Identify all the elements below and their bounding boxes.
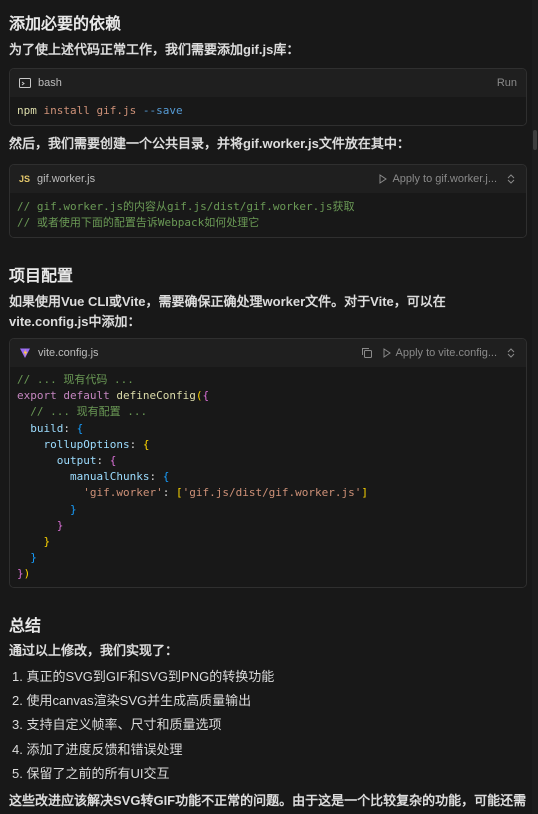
terminal-icon xyxy=(19,77,31,89)
code-line: // 或者使用下面的配置告诉Webpack如何处理它 xyxy=(17,216,260,230)
intro-text: 为了使上述代码正常工作，我们需要添加gif.js库： xyxy=(9,42,300,57)
heading-dependencies: 添加必要的依赖 xyxy=(9,16,122,33)
summary-footer: 这些改进应该解决SVG转GIF功能不正常的问题。由于这是一个比较复杂的功能，可能… xyxy=(9,793,527,808)
code-filename: gif.worker.js xyxy=(37,173,96,185)
apply-label: Apply to vite.config... xyxy=(395,347,498,359)
apply-button[interactable]: Apply to gif.worker.j... xyxy=(377,173,517,185)
code-line: // gif.worker.js的内容从gif.js/dist/gif.work… xyxy=(17,200,355,213)
bash-code-block: bash Run npm install gif.js --save xyxy=(9,68,527,126)
chevron-updown-icon[interactable] xyxy=(505,347,517,359)
vite-instruction: 如果使用Vue CLI或Vite，需要确保正确处理worker文件。对于Vite… xyxy=(9,294,446,329)
code-header: JS gif.worker.js Apply to gif.worker.j..… xyxy=(10,165,526,193)
list-item: 1. 真正的SVG到GIF和SVG到PNG的转换功能 xyxy=(12,669,275,684)
play-icon xyxy=(381,347,393,359)
heading-project-config: 项目配置 xyxy=(9,268,74,285)
worker-code-block: JS gif.worker.js Apply to gif.worker.j..… xyxy=(9,164,527,238)
code-content: // ... 现有代码 ... export default defineConf… xyxy=(10,367,526,587)
code-content: // gif.worker.js的内容从gif.js/dist/gif.work… xyxy=(10,193,526,237)
code-filename: vite.config.js xyxy=(38,347,99,359)
scrollbar-thumb[interactable] xyxy=(533,130,537,150)
code-content: npm install gif.js --save xyxy=(10,97,526,125)
list-item: 2. 使用canvas渲染SVG并生成高质量输出 xyxy=(12,693,252,709)
apply-label: Apply to gif.worker.j... xyxy=(392,173,497,185)
summary-intro: 通过以上修改，我们实现了： xyxy=(9,643,179,658)
code-header: bash Run xyxy=(10,69,526,97)
scrollbar[interactable] xyxy=(532,0,538,814)
chat-response: 添加必要的依赖 为了使上述代码正常工作，我们需要添加gif.js库： bash … xyxy=(0,0,530,814)
heading-summary: 总结 xyxy=(9,618,42,635)
list-item: 4. 添加了进度反馈和错误处理 xyxy=(12,741,183,757)
code-lang-label: bash xyxy=(38,77,62,89)
vite-code-block: vite.config.js Apply to vite.config... /… xyxy=(9,338,527,588)
vite-logo-icon xyxy=(19,347,31,359)
play-icon xyxy=(377,173,389,185)
apply-button[interactable]: Apply to vite.config... xyxy=(361,347,518,359)
summary-list: 1. 真正的SVG到GIF和SVG到PNG的转换功能 2. 使用canvas渲染… xyxy=(12,666,274,787)
js-file-icon: JS xyxy=(19,174,31,184)
list-item: 3. 支持自定义帧率、尺寸和质量选项 xyxy=(12,717,222,733)
list-item: 5. 保留了之前的所有UI交互 xyxy=(12,765,170,781)
chevron-updown-icon[interactable] xyxy=(505,173,517,185)
copy-icon[interactable] xyxy=(361,347,373,359)
code-header: vite.config.js Apply to vite.config... xyxy=(10,339,526,367)
worker-instruction: 然后，我们需要创建一个公共目录，并将gif.worker.js文件放在其中： xyxy=(9,136,410,151)
run-button[interactable]: Run xyxy=(497,77,517,89)
